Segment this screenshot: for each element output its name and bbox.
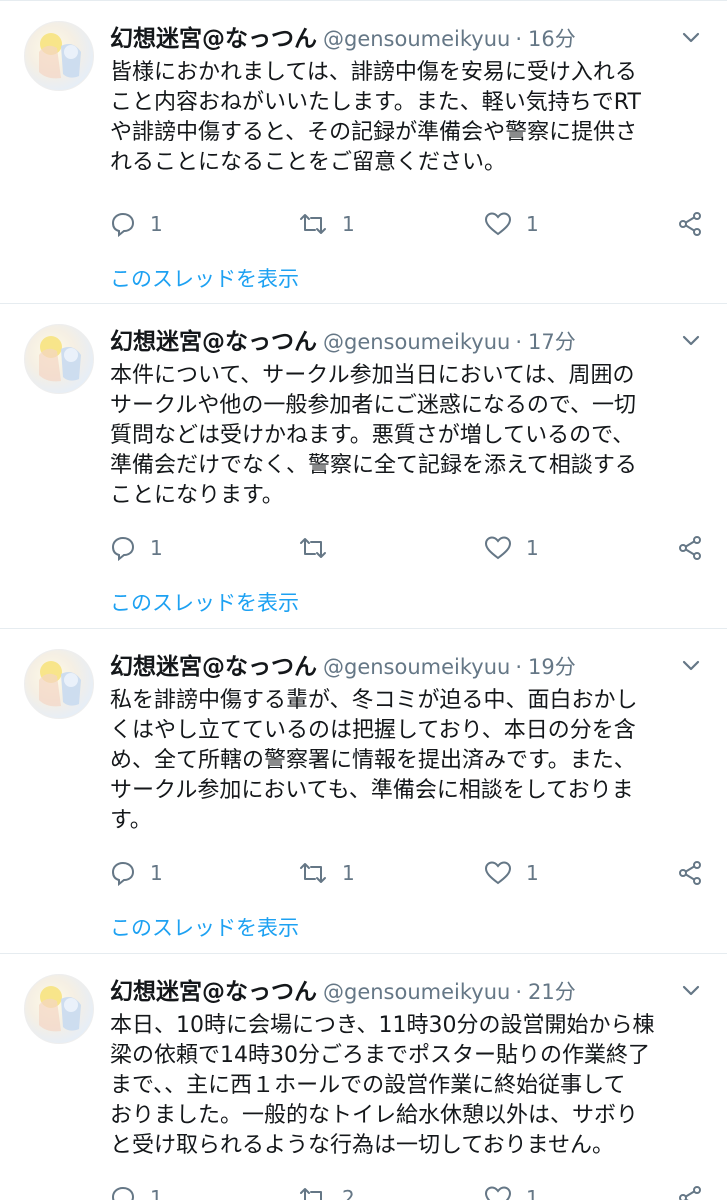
- reply-icon: [110, 860, 136, 886]
- reply-button[interactable]: 1: [110, 1178, 163, 1200]
- tweet[interactable]: 幻想迷宮@なっつん @gensoumeikyuu · 19分 私を誹謗中傷する輩が、冬…: [0, 629, 727, 954]
- reply-count: 1: [150, 536, 163, 560]
- display-name[interactable]: 幻想迷宮@なっつん: [110, 979, 317, 1005]
- separator: ·: [515, 655, 523, 679]
- display-name[interactable]: 幻想迷宮@なっつん: [110, 654, 317, 680]
- like-count: 1: [526, 1186, 539, 1200]
- chevron-down-icon[interactable]: [679, 653, 703, 677]
- tweet-header: 幻想迷宮@なっつん @gensoumeikyuu · 21分: [110, 972, 707, 1012]
- chevron-down-icon[interactable]: [679, 25, 703, 49]
- reply-icon: [110, 1185, 136, 1200]
- retweet-icon: [298, 1185, 328, 1200]
- tweet-text: 本件について、サークル参加当日においては、周囲の サークルや他の一般参加者にご迷…: [110, 363, 637, 508]
- avatar[interactable]: [24, 324, 94, 394]
- timeline: 幻想迷宮@なっつん @gensoumeikyuu · 16分 皆様におかれましては、誹…: [0, 0, 727, 1200]
- show-thread-link[interactable]: このスレッドを表示: [110, 263, 299, 293]
- like-button[interactable]: 1: [484, 204, 539, 244]
- heart-icon: [484, 211, 512, 237]
- share-button[interactable]: [677, 1178, 703, 1200]
- reply-button[interactable]: 1: [110, 528, 163, 568]
- tweet[interactable]: 幻想迷宮@なっつん @gensoumeikyuu · 21分 本日、10時に会場につき…: [0, 954, 727, 1200]
- avatar[interactable]: [24, 649, 94, 719]
- like-count: 1: [526, 536, 539, 560]
- retweet-button[interactable]: 2: [298, 1178, 355, 1200]
- chevron-down-icon[interactable]: [679, 328, 703, 352]
- chevron-down-icon[interactable]: [679, 978, 703, 1002]
- user-handle[interactable]: @gensoumeikyuu: [323, 330, 510, 354]
- tweet-text: 私を誹謗中傷する輩が、冬コミが迫る中、面白おかし くはやし立てているのは把握して…: [110, 688, 638, 833]
- timestamp[interactable]: 21分: [528, 980, 576, 1004]
- like-button[interactable]: 1: [484, 1178, 539, 1200]
- tweet[interactable]: 幻想迷宮@なっつん @gensoumeikyuu · 17分 本件について、サークル参…: [0, 304, 727, 629]
- tweet-actions: 1 1 1: [110, 204, 703, 244]
- display-name[interactable]: 幻想迷宮@なっつん: [110, 329, 317, 355]
- like-count: 1: [526, 212, 539, 236]
- like-button[interactable]: 1: [484, 853, 539, 893]
- share-button[interactable]: [677, 204, 703, 244]
- retweet-count: 1: [342, 212, 355, 236]
- retweet-button[interactable]: [298, 528, 342, 568]
- timestamp[interactable]: 16分: [528, 27, 576, 51]
- reply-count: 1: [150, 861, 163, 885]
- reply-button[interactable]: 1: [110, 853, 163, 893]
- reply-icon: [110, 535, 136, 561]
- avatar[interactable]: [24, 974, 94, 1044]
- separator: ·: [515, 27, 523, 51]
- heart-icon: [484, 860, 512, 886]
- share-icon: [677, 535, 703, 561]
- tweet-actions: 1 1 1: [110, 853, 703, 893]
- tweet-actions: 1 1: [110, 528, 703, 568]
- tweet-text: 本日、10時に会場につき、11時30分の設営開始から棟 梁の依頼で14時30分ご…: [110, 1013, 655, 1158]
- reply-count: 1: [150, 212, 163, 236]
- reply-count: 1: [150, 1186, 163, 1200]
- reply-button[interactable]: 1: [110, 204, 163, 244]
- show-thread-link[interactable]: このスレッドを表示: [110, 912, 299, 942]
- retweet-icon: [298, 211, 328, 237]
- like-button[interactable]: 1: [484, 528, 539, 568]
- separator: ·: [515, 330, 523, 354]
- share-icon: [677, 860, 703, 886]
- retweet-count: 1: [342, 861, 355, 885]
- timestamp[interactable]: 19分: [528, 655, 576, 679]
- user-handle[interactable]: @gensoumeikyuu: [323, 27, 510, 51]
- share-icon: [677, 211, 703, 237]
- heart-icon: [484, 1185, 512, 1200]
- tweet[interactable]: 幻想迷宮@なっつん @gensoumeikyuu · 16分 皆様におかれましては、誹…: [0, 0, 727, 304]
- retweet-icon: [298, 860, 328, 886]
- share-button[interactable]: [677, 528, 703, 568]
- heart-icon: [484, 535, 512, 561]
- separator: ·: [515, 980, 523, 1004]
- tweet-text: 皆様におかれましては、誹謗中傷を安易に受け入れる こと内容おねがいいたします。ま…: [110, 60, 641, 175]
- tweet-actions: 1 2 1: [110, 1178, 703, 1200]
- retweet-button[interactable]: 1: [298, 204, 355, 244]
- timestamp[interactable]: 17分: [528, 330, 576, 354]
- retweet-button[interactable]: 1: [298, 853, 355, 893]
- user-handle[interactable]: @gensoumeikyuu: [323, 655, 510, 679]
- display-name[interactable]: 幻想迷宮@なっつん: [110, 26, 317, 52]
- like-count: 1: [526, 861, 539, 885]
- tweet-header: 幻想迷宮@なっつん @gensoumeikyuu · 19分: [110, 647, 707, 687]
- tweet-header: 幻想迷宮@なっつん @gensoumeikyuu · 16分: [110, 19, 707, 59]
- tweet-header: 幻想迷宮@なっつん @gensoumeikyuu · 17分: [110, 322, 707, 362]
- retweet-count: 2: [342, 1186, 355, 1200]
- user-handle[interactable]: @gensoumeikyuu: [323, 980, 510, 1004]
- show-thread-link[interactable]: このスレッドを表示: [110, 587, 299, 617]
- share-button[interactable]: [677, 853, 703, 893]
- reply-icon: [110, 211, 136, 237]
- share-icon: [677, 1185, 703, 1200]
- retweet-icon: [298, 535, 328, 561]
- avatar[interactable]: [24, 21, 94, 91]
